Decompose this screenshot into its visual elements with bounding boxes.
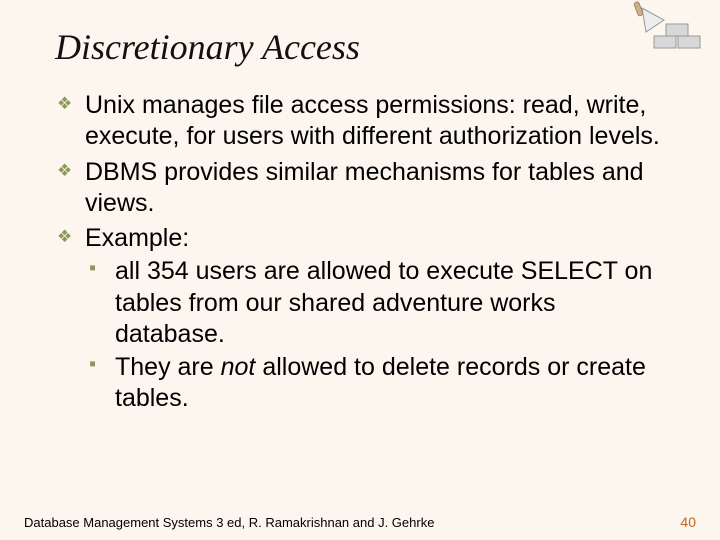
footer: Database Management Systems 3 ed, R. Ram…	[24, 514, 696, 530]
bullet-text: Example:	[85, 224, 189, 252]
bullet-text: Unix manages file access permissions: re…	[85, 91, 660, 150]
trowel-bricks-icon	[624, 0, 704, 62]
bullet-text: DBMS provides similar mechanisms for tab…	[85, 158, 644, 217]
sub-bullet-item: all 354 users are allowed to execute SEL…	[85, 256, 665, 350]
bullet-item: Unix manages file access permissions: re…	[55, 90, 665, 153]
bullet-item: Example: all 354 users are allowed to ex…	[55, 223, 665, 415]
page-number: 40	[680, 514, 696, 530]
footer-text: Database Management Systems 3 ed, R. Ram…	[24, 515, 434, 530]
sub-bullet-text: all 354 users are allowed to execute SEL…	[115, 257, 652, 348]
sub-bullet-em: not	[221, 353, 256, 381]
bullet-item: DBMS provides similar mechanisms for tab…	[55, 157, 665, 220]
sub-bullet-pre: They are	[115, 353, 221, 381]
sub-bullet-list: all 354 users are allowed to execute SEL…	[85, 256, 665, 414]
slide-title: Discretionary Access	[55, 26, 665, 68]
sub-bullet-item: They are not allowed to delete records o…	[85, 352, 665, 415]
bullet-list: Unix manages file access permissions: re…	[55, 90, 665, 415]
